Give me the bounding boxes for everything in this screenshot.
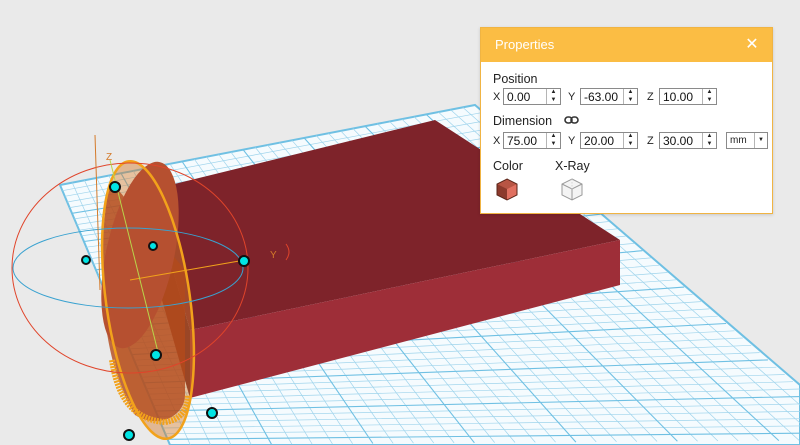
dimension-x-input[interactable] xyxy=(504,133,546,148)
handle-bottom[interactable] xyxy=(150,349,162,361)
gizmo-y-label: Y xyxy=(270,250,277,261)
unit-select-value: mm xyxy=(730,135,747,146)
handle-left[interactable] xyxy=(81,255,91,265)
dimension-y-stepper[interactable]: ▲ ▼ xyxy=(623,133,637,148)
color-label: Color xyxy=(493,159,523,173)
dimension-x-field[interactable]: ▲▼ xyxy=(503,132,561,149)
position-y-field[interactable]: ▲▼ xyxy=(580,88,638,105)
position-z-input[interactable] xyxy=(660,89,702,104)
handle-top[interactable] xyxy=(109,181,121,193)
position-x-stepper[interactable]: ▲ ▼ xyxy=(546,89,560,104)
unit-select[interactable]: mm ▼ xyxy=(726,132,768,149)
dimension-y-axis-label: Y xyxy=(568,135,576,147)
position-x-field[interactable]: ▲▼ xyxy=(503,88,561,105)
position-x-axis-label: X xyxy=(493,91,501,103)
xray-label: X-Ray xyxy=(555,159,590,173)
position-x-input[interactable] xyxy=(504,89,546,104)
dimension-z-stepper[interactable]: ▲ ▼ xyxy=(702,133,716,148)
handle-inner[interactable] xyxy=(148,241,158,251)
position-z-field[interactable]: ▲▼ xyxy=(659,88,717,105)
dimension-label: Dimension xyxy=(493,114,553,128)
dimension-y-input[interactable] xyxy=(581,133,623,148)
dimension-y-field[interactable]: ▲▼ xyxy=(580,132,638,149)
position-y-input[interactable] xyxy=(581,89,623,104)
position-label: Position xyxy=(493,72,538,86)
position-y-axis-label: Y xyxy=(568,91,576,103)
handle-floor-left[interactable] xyxy=(123,429,135,441)
xray-cube-icon[interactable] xyxy=(560,177,584,201)
dimension-z-input[interactable] xyxy=(660,133,702,148)
chevron-down-icon[interactable]: ▼ xyxy=(754,133,767,148)
close-icon[interactable]: ✕ xyxy=(744,28,760,62)
dimension-z-axis-label: Z xyxy=(647,135,654,147)
dimension-z-field[interactable]: ▲▼ xyxy=(659,132,717,149)
dimension-x-axis-label: X xyxy=(493,135,501,147)
properties-header: Properties ✕ xyxy=(481,28,772,62)
dimension-x-stepper[interactable]: ▲ ▼ xyxy=(546,133,560,148)
handle-right[interactable] xyxy=(238,255,250,267)
handle-floor-right[interactable] xyxy=(206,407,218,419)
position-z-stepper[interactable]: ▲ ▼ xyxy=(702,89,716,104)
color-swatch[interactable] xyxy=(495,177,519,201)
properties-title: Properties xyxy=(495,37,555,52)
properties-panel: Properties ✕ Position X ▲▼ Y ▲▼ Z ▲▼ Dim… xyxy=(480,27,773,214)
position-z-axis-label: Z xyxy=(647,91,654,103)
link-icon[interactable] xyxy=(564,115,579,125)
position-y-stepper[interactable]: ▲ ▼ xyxy=(623,89,637,104)
gizmo-z-label: Z xyxy=(106,152,112,163)
